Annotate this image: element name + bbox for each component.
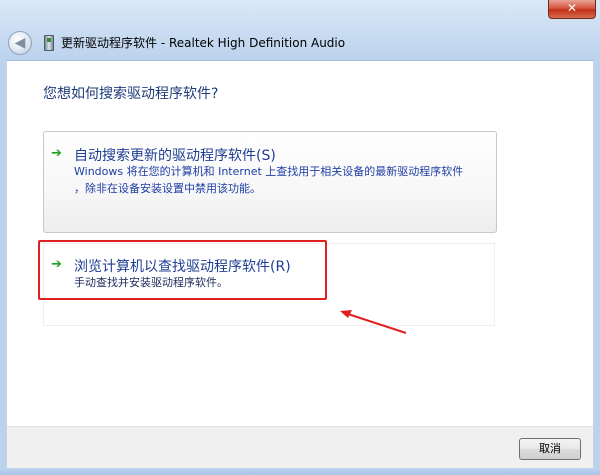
cancel-button[interactable]: 取消 — [519, 438, 581, 460]
close-button[interactable]: ✕ — [548, 0, 596, 19]
window-title: 更新驱动程序软件 - Realtek High Definition Audio — [61, 36, 346, 50]
auto-search-title[interactable]: 自动搜索更新的驱动程序软件(S) — [74, 145, 276, 165]
device-icon — [44, 35, 54, 51]
back-arrow-icon: ◀ — [14, 35, 26, 51]
auto-search-desc-line2: ，除非在设备安装设置中禁用该功能。 — [74, 182, 261, 195]
close-icon: ✕ — [566, 1, 578, 15]
window-frame-bottom — [0, 468, 600, 475]
highlight-annotation-box — [38, 240, 327, 300]
page-question: 您想如何搜索驱动程序软件? — [43, 86, 219, 102]
auto-search-desc-line1: Windows 将在您的计算机和 Internet 上查找用于相关设备的最新驱动… — [74, 165, 464, 178]
window-frame-right — [594, 60, 600, 468]
green-arrow-icon: ➔ — [51, 146, 62, 161]
dialog-footer — [7, 426, 593, 469]
back-button[interactable]: ◀ — [8, 31, 32, 55]
annotation-arrow-icon — [340, 310, 407, 334]
